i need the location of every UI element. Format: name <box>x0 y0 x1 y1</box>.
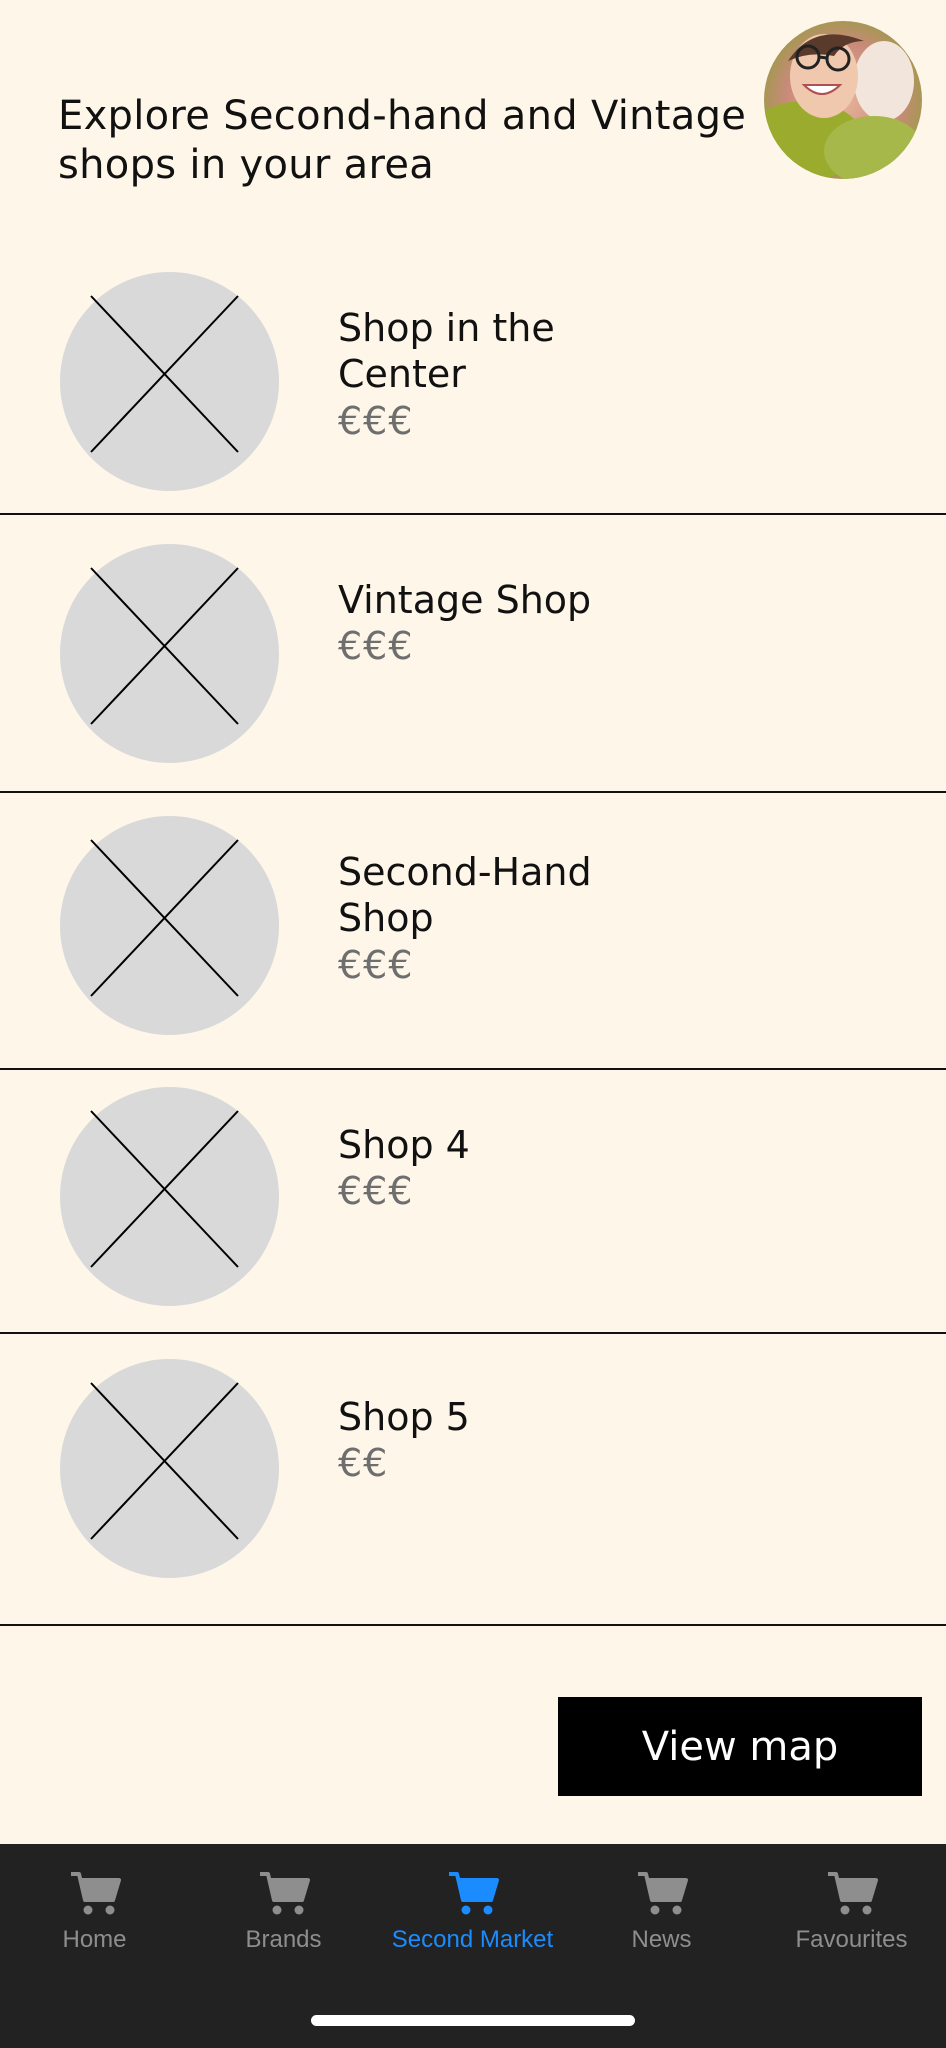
divider <box>0 513 946 515</box>
shop-name: Shop 5 <box>338 1394 668 1440</box>
cart-icon <box>449 1872 499 1915</box>
tab-label: Brands <box>245 1926 322 1953</box>
cart-icon <box>828 1872 878 1915</box>
image-placeholder-icon <box>60 272 279 491</box>
tab-label: Home <box>62 1926 127 1953</box>
shop-name: Second-Hand Shop <box>338 849 668 941</box>
tab-second-market[interactable]: Second Market <box>378 1844 567 1974</box>
tab-brands[interactable]: Brands <box>189 1844 378 1974</box>
shop-price: €€€ <box>338 1169 414 1213</box>
cart-icon <box>638 1872 688 1915</box>
shop-price: €€€ <box>338 624 414 668</box>
shop-price: €€ <box>338 1441 389 1485</box>
header: Explore Second-hand and Vintage shops in… <box>0 0 946 230</box>
image-placeholder-icon <box>60 816 279 1035</box>
image-placeholder-icon <box>60 1087 279 1306</box>
shop-name-line-1: Shop in the <box>338 306 555 350</box>
shop-name-line-2: Shop <box>338 896 434 940</box>
view-map-button[interactable]: View map <box>558 1697 922 1796</box>
shop-name: Shop 4 <box>338 1122 668 1168</box>
home-indicator <box>311 2015 635 2026</box>
shop-price: €€€ <box>338 943 414 987</box>
shop-price: €€€ <box>338 399 414 443</box>
profile-photo <box>764 21 922 179</box>
tab-label: Second Market <box>391 1926 554 1953</box>
shop-name-line-2: Center <box>338 352 466 396</box>
page-title-line-2: shops in your area <box>58 142 435 188</box>
tab-news[interactable]: News <box>567 1844 756 1974</box>
page-title-line-1: Explore Second-hand and Vintage <box>58 93 747 139</box>
tab-favourites[interactable]: Favourites <box>757 1844 946 1974</box>
image-placeholder-icon <box>60 1359 279 1578</box>
cart-icon <box>71 1872 121 1915</box>
shop-name-line-1: Second-Hand <box>338 850 592 894</box>
cart-icon <box>260 1872 310 1915</box>
tab-bar: Home Brands Second Market News Favourite… <box>0 1844 946 2048</box>
divider <box>0 1332 946 1334</box>
shop-name-line-1: Shop 5 <box>338 1395 470 1439</box>
page-title: Explore Second-hand and Vintage shops in… <box>58 92 758 190</box>
image-placeholder-icon <box>60 544 279 763</box>
avatar[interactable] <box>764 21 922 179</box>
tab-label: News <box>631 1926 692 1953</box>
shop-name: Vintage Shop <box>338 577 668 623</box>
shop-name-line-1: Vintage Shop <box>338 578 592 622</box>
divider <box>0 791 946 793</box>
shop-name-line-1: Shop 4 <box>338 1123 470 1167</box>
divider <box>0 1068 946 1070</box>
divider <box>0 1624 946 1626</box>
shop-name: Shop in the Center <box>338 305 668 397</box>
tab-label: Favourites <box>795 1926 908 1953</box>
tab-home[interactable]: Home <box>0 1844 189 1974</box>
